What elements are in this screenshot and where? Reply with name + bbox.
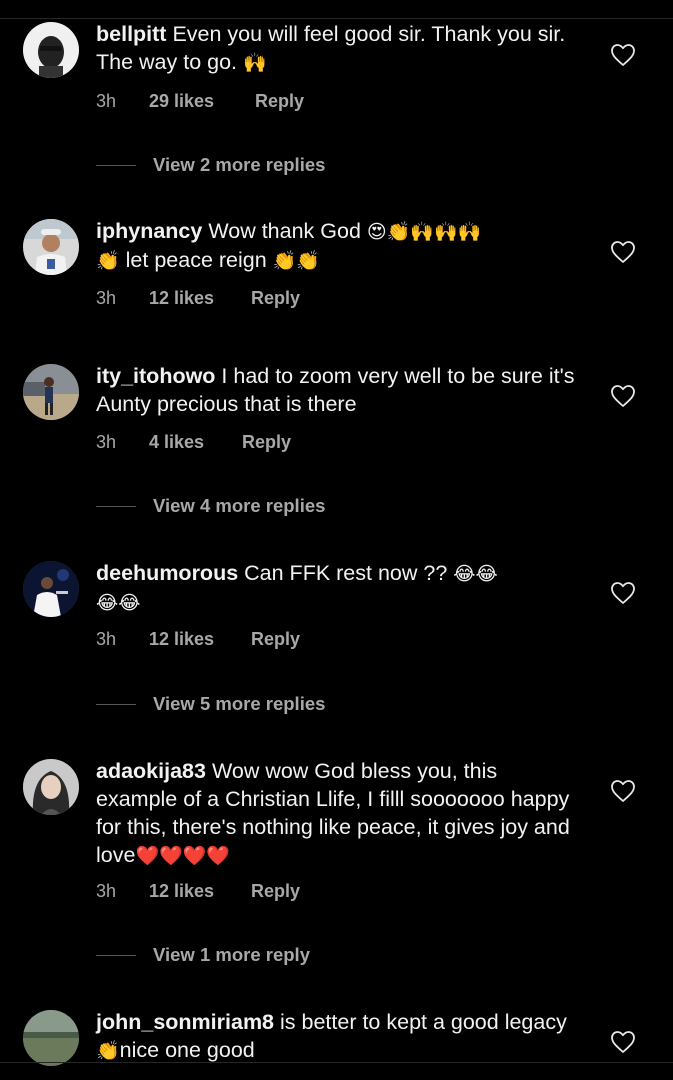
divider-dash bbox=[96, 506, 136, 507]
like-button[interactable] bbox=[610, 581, 636, 605]
username[interactable]: deehumorous bbox=[96, 561, 238, 585]
avatar[interactable] bbox=[23, 364, 79, 420]
comment-text: ity_itohowo I had to zoom very well to b… bbox=[96, 362, 576, 418]
comment-text: john_sonmiriam8 is better to kept a good… bbox=[96, 1008, 576, 1065]
likes-count[interactable]: 12 likes bbox=[149, 879, 214, 903]
like-button[interactable] bbox=[610, 384, 636, 408]
avatar[interactable] bbox=[23, 759, 79, 815]
heart-outline-icon bbox=[611, 582, 635, 604]
comment-body: is better to kept a good legacy bbox=[280, 1010, 567, 1034]
like-button[interactable] bbox=[610, 240, 636, 264]
avatar[interactable] bbox=[23, 22, 79, 78]
likes-count[interactable]: 4 likes bbox=[149, 430, 204, 454]
username[interactable]: bellpitt bbox=[96, 22, 166, 46]
heart-outline-icon bbox=[611, 1031, 635, 1053]
comment-body-2: let peace reign bbox=[125, 248, 267, 272]
heart-outline-icon bbox=[611, 385, 635, 407]
avatar[interactable] bbox=[23, 561, 79, 617]
heart-outline-icon bbox=[611, 44, 635, 66]
username[interactable]: iphynancy bbox=[96, 219, 202, 243]
avatar[interactable] bbox=[23, 1010, 79, 1066]
emoji: 😂😂 bbox=[453, 563, 498, 585]
emoji: 😍👏🙌🙌🙌 bbox=[366, 221, 482, 243]
emoji: 👏 bbox=[96, 250, 120, 272]
emoji: 👏👏 bbox=[272, 250, 321, 272]
reply-button[interactable]: Reply bbox=[242, 430, 291, 454]
emoji: 🙌 bbox=[243, 52, 267, 74]
heart-outline-icon bbox=[611, 780, 635, 802]
likes-count[interactable]: 12 likes bbox=[149, 286, 214, 310]
comment-body-2: nice one good bbox=[119, 1038, 255, 1062]
emoji: 😂😂 bbox=[96, 592, 141, 614]
comment-body: Even you will feel good sir. Thank you s… bbox=[96, 22, 566, 74]
like-button[interactable] bbox=[610, 1030, 636, 1054]
like-button[interactable] bbox=[610, 43, 636, 67]
likes-count[interactable]: 29 likes bbox=[149, 89, 214, 113]
comment-body: Wow thank God bbox=[208, 219, 361, 243]
divider-dash bbox=[96, 704, 136, 705]
like-button[interactable] bbox=[610, 779, 636, 803]
username[interactable]: john_sonmiriam8 bbox=[96, 1010, 274, 1034]
reply-button[interactable]: Reply bbox=[251, 627, 300, 651]
bottom-divider bbox=[0, 1062, 673, 1063]
username[interactable]: ity_itohowo bbox=[96, 364, 215, 388]
top-divider bbox=[0, 18, 673, 19]
reply-button[interactable]: Reply bbox=[251, 879, 300, 903]
timestamp: 3h bbox=[96, 288, 117, 308]
timestamp: 3h bbox=[96, 881, 117, 901]
heart-outline-icon bbox=[611, 241, 635, 263]
reply-button[interactable]: Reply bbox=[251, 286, 300, 310]
divider-dash bbox=[96, 165, 136, 166]
timestamp: 3h bbox=[96, 91, 117, 111]
comment-text: iphynancy Wow thank God 😍👏🙌🙌🙌 👏 let peac… bbox=[96, 217, 576, 275]
emoji: 👏 bbox=[96, 1040, 120, 1062]
likes-count[interactable]: 12 likes bbox=[149, 627, 214, 651]
avatar[interactable] bbox=[23, 219, 79, 275]
comment-text: adaokija83 Wow wow God bless you, this e… bbox=[96, 757, 576, 870]
timestamp: 3h bbox=[96, 432, 117, 452]
username[interactable]: adaokija83 bbox=[96, 759, 206, 783]
timestamp: 3h bbox=[96, 629, 117, 649]
divider-dash bbox=[96, 955, 136, 956]
comment-body: Can FFK rest now ?? bbox=[244, 561, 448, 585]
emoji: ❤️❤️❤️❤️ bbox=[135, 845, 231, 867]
reply-button[interactable]: Reply bbox=[255, 89, 304, 113]
comment-text: bellpitt Even you will feel good sir. Th… bbox=[96, 20, 576, 77]
comment-text: deehumorous Can FFK rest now ?? 😂😂 😂😂 bbox=[96, 559, 576, 617]
